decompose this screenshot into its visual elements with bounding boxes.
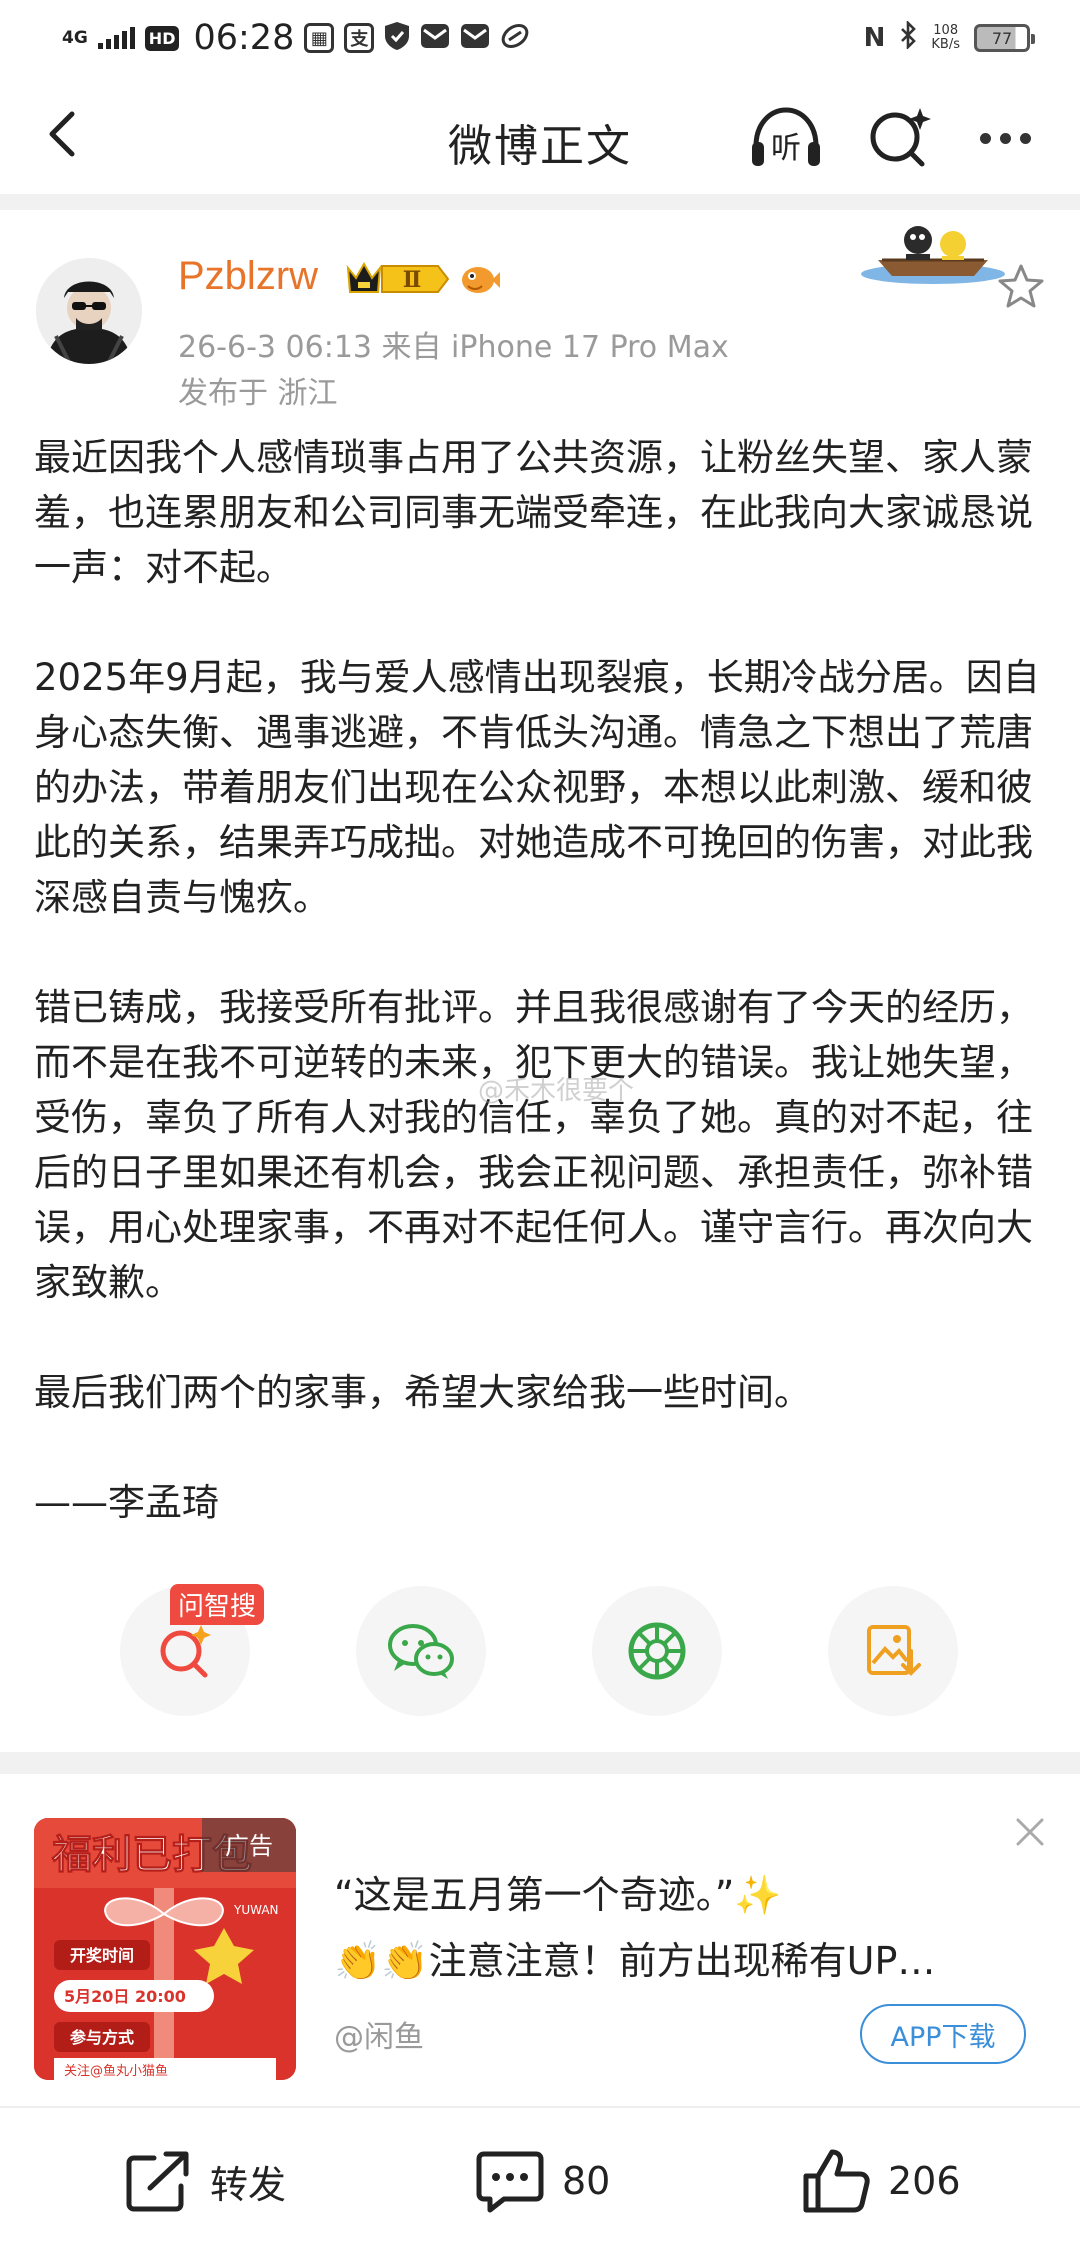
ad-image[interactable]: 福利已打包 广告 YUWAN 开奖时间 5月20日 20:00 参与方式 关注@… bbox=[34, 1818, 296, 2080]
repost-label: 转发 bbox=[210, 2162, 287, 2207]
dot-icon bbox=[1019, 132, 1031, 144]
svg-text:开奖时间: 开奖时间 bbox=[70, 1946, 134, 1965]
save-image-icon bbox=[867, 1625, 921, 1676]
image-watermark: @禾木很要个 bbox=[478, 1076, 635, 1106]
nfc-icon: N bbox=[863, 23, 886, 53]
post-timestamp: 26-6-3 06:13 来自 iPhone 17 Pro Max bbox=[178, 330, 729, 365]
section-divider bbox=[0, 1752, 1080, 1774]
share-wechat-button[interactable] bbox=[356, 1586, 486, 1716]
post-paragraph: 错已铸成，我接受所有批评。并且我很感谢有了今天的经历，而不是在我不可逆转的未来，… bbox=[34, 986, 1033, 1304]
post-paragraph: 2025年9月起，我与爱人感情出现裂痕，长期冷战分居。因自身心态失衡、遇事逃避，… bbox=[34, 656, 1040, 919]
repost-button[interactable]: 转发 bbox=[124, 2146, 286, 2216]
moments-icon bbox=[628, 1622, 686, 1680]
fish-icon bbox=[458, 260, 500, 298]
close-icon bbox=[1016, 1818, 1044, 1846]
signal-icon bbox=[97, 27, 135, 49]
like-count: 206 bbox=[888, 2159, 961, 2203]
post-signature: ——李孟琦 bbox=[34, 1481, 219, 1524]
ad-subtitle[interactable]: 👏👏注意注意！前方出现稀有UP… bbox=[334, 1930, 1034, 1985]
post-content: 最近因我个人感情琐事占用了公共资源，让粉丝失望、家人蒙羞，也连累朋友和公司同事无… bbox=[34, 430, 1050, 1530]
thumbs-up-icon bbox=[803, 2149, 870, 2213]
svg-text:参与方式: 参与方式 bbox=[70, 2028, 134, 2047]
star-icon bbox=[998, 264, 1044, 308]
repost-icon bbox=[126, 2151, 189, 2212]
comment-count: 80 bbox=[562, 2159, 611, 2203]
like-button[interactable]: 206 bbox=[802, 2146, 961, 2216]
mail-icon bbox=[420, 23, 450, 53]
mail-icon bbox=[460, 23, 490, 53]
search-button[interactable] bbox=[864, 102, 934, 172]
svg-text:YUWAN: YUWAN bbox=[233, 1903, 279, 1917]
network-type: 4G bbox=[62, 27, 88, 48]
ai-search-icon bbox=[160, 1625, 211, 1678]
headphones-icon: 听 bbox=[752, 107, 820, 166]
share-moments-button[interactable] bbox=[592, 1586, 722, 1716]
status-bar: 4G HD 06:28 ▦ 支 N 108 KB/s 77 bbox=[0, 0, 1080, 80]
share-row bbox=[0, 1586, 1080, 1718]
ad-title[interactable]: “这是五月第一个奇迹。”✨ bbox=[334, 1864, 782, 1919]
vip-badge[interactable]: Ⅱ bbox=[344, 258, 450, 300]
ad-source[interactable]: @闲鱼 bbox=[334, 2012, 424, 2056]
dot-icon bbox=[979, 132, 991, 144]
link-icon bbox=[500, 22, 530, 54]
dot-icon bbox=[999, 132, 1011, 144]
post-paragraph: 最后我们两个的家事，希望大家给我一些时间。 bbox=[34, 1371, 811, 1414]
comment-icon bbox=[476, 2151, 544, 2213]
qr-icon: ▦ bbox=[304, 23, 335, 53]
svg-text:Ⅱ: Ⅱ bbox=[403, 267, 422, 293]
favorite-button[interactable] bbox=[996, 262, 1046, 312]
username[interactable]: Pzblzrw bbox=[178, 254, 318, 299]
shield-icon bbox=[384, 21, 410, 55]
more-button[interactable] bbox=[970, 110, 1040, 166]
svg-text:听: 听 bbox=[771, 131, 801, 166]
bluetooth-icon bbox=[899, 19, 917, 56]
ad-close-button[interactable] bbox=[1012, 1814, 1048, 1850]
avatar-image bbox=[36, 258, 142, 364]
boat-decoration-icon bbox=[858, 212, 1008, 288]
wechat-icon bbox=[388, 1624, 454, 1679]
top-nav-bar: 微博正文 听 bbox=[0, 80, 1080, 192]
svg-text:关注@鱼丸小猫鱼: 关注@鱼丸小猫鱼 bbox=[64, 2063, 168, 2079]
network-speed: 108 KB/s bbox=[931, 23, 960, 52]
status-time: 06:28 bbox=[193, 18, 295, 58]
ai-search-tag: 问智搜 bbox=[170, 1584, 265, 1625]
search-icon bbox=[870, 108, 931, 167]
avatar[interactable] bbox=[36, 258, 142, 364]
svg-text:5月20日 20:00: 5月20日 20:00 bbox=[64, 1987, 186, 2006]
post-location: 发布于 浙江 bbox=[178, 376, 338, 411]
section-divider bbox=[0, 194, 1080, 210]
pay-icon: 支 bbox=[344, 23, 375, 53]
svg-text:广告: 广告 bbox=[225, 1832, 273, 1860]
comment-button[interactable]: 80 bbox=[474, 2146, 610, 2216]
bottom-action-bar: 转发 80 206 bbox=[0, 2106, 1080, 2256]
hd-icon: HD bbox=[144, 25, 180, 51]
save-image-button[interactable] bbox=[828, 1586, 958, 1716]
app-download-button[interactable]: APP下载 bbox=[860, 2004, 1026, 2064]
post-paragraph: 最近因我个人感情琐事占用了公共资源，让粉丝失望、家人蒙羞，也连累朋友和公司同事无… bbox=[34, 436, 1033, 589]
battery-icon: 77 bbox=[974, 24, 1035, 52]
listen-button[interactable]: 听 bbox=[748, 102, 824, 172]
